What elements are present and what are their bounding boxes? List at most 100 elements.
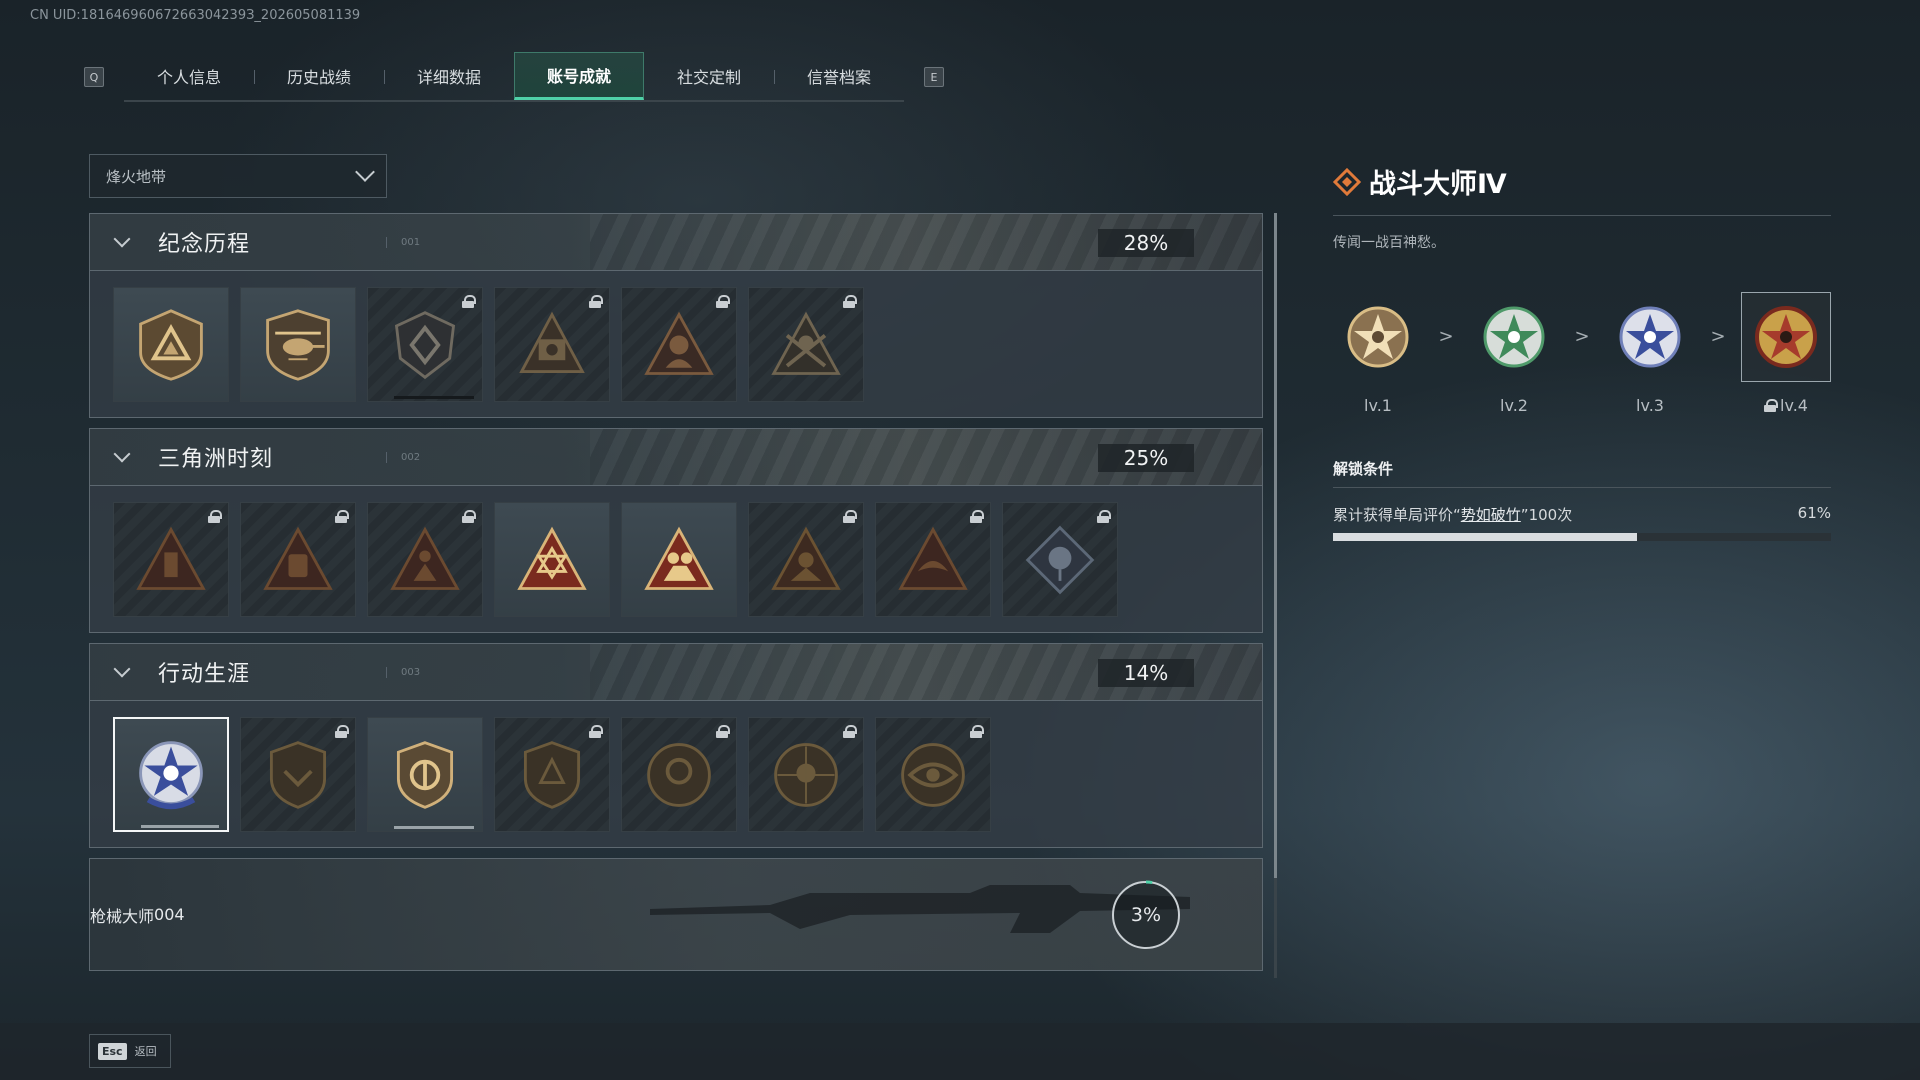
- section-index: 003: [386, 666, 420, 678]
- badge-item[interactable]: [748, 502, 864, 617]
- soldiers-emblem-icon: [644, 526, 714, 590]
- level-track: lv.1 > lv.2 > lv.3 > lv.4: [1333, 292, 1831, 422]
- tab-social[interactable]: 社交定制: [644, 52, 774, 100]
- badge-progress-bar: [394, 396, 474, 399]
- section-header[interactable]: 纪念历程 001 28%: [89, 213, 1263, 271]
- badge-item[interactable]: [240, 287, 356, 402]
- level-item[interactable]: lv.3: [1605, 292, 1695, 415]
- tab-bar: Q 个人信息 历史战绩 详细数据 账号成就 社交定制 信誉档案 E: [84, 52, 944, 102]
- badge-grid: [89, 271, 1263, 418]
- scrollbar-thumb[interactable]: [1274, 213, 1277, 878]
- badge-item[interactable]: [367, 717, 483, 832]
- badge-item[interactable]: [748, 717, 864, 832]
- section-title: 行动生涯: [158, 662, 251, 687]
- section-title: 枪械大师: [90, 906, 155, 926]
- tab-detailed-data[interactable]: 详细数据: [384, 52, 514, 100]
- rose-emblem-icon: [1025, 525, 1095, 594]
- section-index: 002: [386, 451, 420, 463]
- badge-item[interactable]: [240, 717, 356, 832]
- mode-dropdown[interactable]: 烽火地带: [89, 154, 387, 198]
- lock-icon: [843, 295, 857, 308]
- badge-item[interactable]: [875, 502, 991, 617]
- condition-text: 累计获得单局评价“势如破竹”100次: [1333, 504, 1572, 525]
- achievement-description: 传闻一战百神愁。: [1333, 235, 1445, 251]
- level-item-selected[interactable]: lv.4: [1741, 292, 1831, 415]
- star-medal-icon: [1483, 306, 1545, 368]
- section-percent: 14%: [1098, 659, 1194, 687]
- lock-icon: [589, 295, 603, 308]
- level-label-text: lv.4: [1780, 396, 1808, 415]
- lock-icon: [208, 510, 222, 523]
- diamond-icon: [1333, 167, 1361, 196]
- crossed-swords-emblem-icon: [771, 311, 841, 375]
- badge-item[interactable]: [621, 287, 737, 402]
- section-header[interactable]: 三角洲时刻 002 25%: [89, 428, 1263, 486]
- lock-icon: [462, 510, 476, 523]
- back-button[interactable]: Esc 返回: [89, 1034, 171, 1068]
- section-operation-career: 行动生涯 003 14%: [89, 643, 1263, 848]
- badge-item[interactable]: [367, 502, 483, 617]
- tab-credit-record[interactable]: 信誉档案: [774, 52, 904, 100]
- badge-item[interactable]: [367, 287, 483, 402]
- lock-icon: [843, 725, 857, 738]
- lock-icon: [716, 725, 730, 738]
- back-label: 返回: [134, 1045, 157, 1058]
- chevron-down-icon: [113, 660, 131, 678]
- hooded-figure-emblem-icon: [644, 311, 714, 375]
- badge-item[interactable]: [621, 717, 737, 832]
- triangle-shield-emblem-icon: [139, 308, 203, 381]
- hexagram-emblem-icon: [517, 526, 587, 590]
- achievement-detail-panel: 战斗大师Ⅳ 传闻一战百神愁。 lv.1 > lv.2 > lv.3 > lv.4…: [1333, 162, 1831, 541]
- shield-emblem-icon: [269, 740, 327, 809]
- section-index: 004: [154, 905, 185, 924]
- lock-icon: [970, 510, 984, 523]
- tab-history[interactable]: 历史战绩: [254, 52, 384, 100]
- section-index: 001: [386, 236, 420, 248]
- badge-item[interactable]: [494, 717, 610, 832]
- section-header[interactable]: 行动生涯 003 14%: [89, 643, 1263, 701]
- badge-item[interactable]: [494, 287, 610, 402]
- eye-emblem-icon: [901, 742, 965, 807]
- chevron-down-icon: [355, 162, 375, 182]
- tab-prev-key[interactable]: Q: [84, 67, 104, 87]
- chevron-down-icon: [113, 445, 131, 463]
- level-item[interactable]: lv.1: [1333, 292, 1423, 415]
- level-item[interactable]: lv.2: [1469, 292, 1559, 415]
- chevron-down-icon: [113, 230, 131, 248]
- diamond-shield-emblem-icon: [394, 310, 456, 379]
- tab-achievements[interactable]: 账号成就: [514, 52, 644, 100]
- tab-personal-info[interactable]: 个人信息: [124, 52, 254, 100]
- shield-emblem-icon: [396, 740, 454, 809]
- list-scrollbar[interactable]: [1274, 213, 1277, 978]
- badge-item[interactable]: [113, 502, 229, 617]
- condition-link[interactable]: 势如破竹: [1461, 506, 1521, 524]
- level-emblem: [1741, 292, 1831, 382]
- badge-item[interactable]: [748, 287, 864, 402]
- level-label: lv.2: [1500, 396, 1528, 415]
- unlock-condition-title: 解锁条件: [1333, 458, 1831, 488]
- lock-icon: [716, 295, 730, 308]
- level-label: lv.4: [1764, 396, 1808, 415]
- combat-master-emblem-icon: [139, 740, 203, 809]
- level-emblem: [1469, 292, 1559, 382]
- badge-item-selected[interactable]: [113, 717, 229, 832]
- lock-icon: [1097, 510, 1111, 523]
- badge-item[interactable]: [875, 717, 991, 832]
- section-header[interactable]: 枪械大师 004 3%: [89, 858, 1263, 971]
- badge-item[interactable]: [494, 502, 610, 617]
- section-percent: 25%: [1098, 444, 1194, 472]
- condition-progress-bar: [1333, 533, 1831, 541]
- badge-item[interactable]: [621, 502, 737, 617]
- tab-next-key[interactable]: E: [924, 67, 944, 87]
- level-emblem: [1605, 292, 1695, 382]
- badge-item[interactable]: [1002, 502, 1118, 617]
- esc-key: Esc: [98, 1042, 127, 1060]
- condition-suffix: ”100次: [1520, 506, 1573, 524]
- canister-emblem-icon: [263, 526, 333, 590]
- badge-item[interactable]: [240, 502, 356, 617]
- star-medal-icon: [1347, 306, 1409, 368]
- badge-item[interactable]: [113, 287, 229, 402]
- section-delta-moments: 三角洲时刻 002 25%: [89, 428, 1263, 633]
- shield-emblem-icon: [523, 740, 581, 809]
- achievement-list: 纪念历程 001 28% 三角洲时刻 002 25% 行动生涯 003 14% …: [89, 213, 1263, 981]
